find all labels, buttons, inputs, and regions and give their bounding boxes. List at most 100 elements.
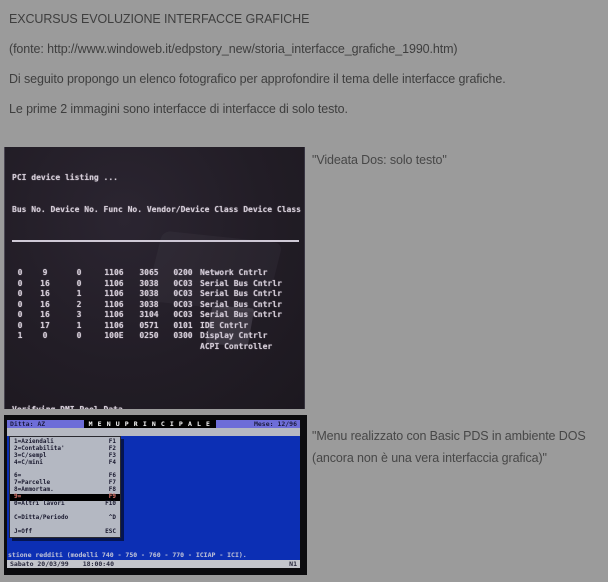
basic-pds-menu-screenshot: Ditta: AZ M E N U P R I N C I P A L E Me…	[4, 415, 307, 575]
device-no-cell: 16	[28, 289, 62, 300]
device-name-cell: Serial Bus Cntrlr	[200, 289, 282, 300]
bus-no-cell: 0	[12, 268, 28, 279]
pci-table-row: 0161110630380C03Serial Bus Cntrlr	[12, 289, 305, 300]
func-no-cell: 1	[62, 321, 96, 332]
device-no-cell: 9	[28, 268, 62, 279]
dropdown-menu-item[interactable]: C=Ditta/Periodo ^D	[10, 515, 120, 522]
status-time: 18:00:40	[83, 560, 114, 568]
func-no-cell: 0	[62, 279, 96, 290]
device-name-cell: ACPI Controller	[200, 342, 272, 353]
status-date: Sabato 20/03/99	[10, 560, 69, 568]
class-cell: 0300	[166, 331, 200, 342]
dos-boot-screenshot: PCI device listing ... Bus No. Device No…	[4, 147, 305, 409]
bus-no-cell: 0	[12, 289, 28, 300]
device-id-cell: 3038	[132, 279, 166, 290]
vendor-cell: 1106	[96, 289, 132, 300]
device-name-cell: Serial Bus Cntrlr	[200, 310, 282, 321]
class-cell: 0C03	[166, 279, 200, 290]
intro-text-block: EXCURSUS EVOLUZIONE INTERFACCE GRAFICHE …	[9, 12, 506, 132]
dropdown-item-shortcut: F4	[109, 460, 116, 467]
device-name-cell: Network Cntrlr	[200, 268, 267, 279]
dropdown-item-shortcut: ESC	[105, 529, 116, 536]
device-id-cell: 0250	[132, 331, 166, 342]
pci-table-row: 0163110631040C03Serial Bus Cntrlr	[12, 310, 305, 321]
dropdown-item-label: 0=Altri lavori	[14, 501, 65, 508]
func-no-cell: 3	[62, 310, 96, 321]
verifying-line: Verifying DMI Pool Data ............	[12, 405, 305, 409]
class-cell: 0C03	[166, 310, 200, 321]
separator-line	[12, 236, 305, 247]
dropdown-item-shortcut: F10	[105, 501, 116, 508]
source-line: (fonte: http://www.windoweb.it/edpstory_…	[9, 42, 506, 56]
device-no-cell: 16	[28, 279, 62, 290]
pci-table-row: 090110630650200Network Cntrlr	[12, 268, 305, 279]
page-title: EXCURSUS EVOLUZIONE INTERFACCE GRAFICHE	[9, 12, 506, 26]
dropdown-item-label: 4=C/mini	[14, 460, 43, 467]
device-id-cell: 3065	[132, 268, 166, 279]
dropdown-menu-item[interactable]: J=Off ESC	[10, 529, 120, 536]
func-no-cell: 1	[62, 289, 96, 300]
vendor-cell: 100E	[96, 331, 132, 342]
note-paragraph: Le prime 2 immagini sono interfacce di i…	[9, 102, 506, 116]
dropdown-menu-item[interactable]: 0=Altri lavori F10	[10, 501, 120, 508]
func-no-cell: 0	[62, 331, 96, 342]
pci-table-header: Bus No. Device No. Func No. Vendor/Devic…	[12, 205, 305, 216]
dropdown-item-shortcut: ^D	[109, 515, 116, 522]
dropdown-menu-item[interactable]: 8=Ammortam.F8	[10, 487, 120, 494]
bus-no-cell: 0	[12, 279, 28, 290]
device-id-cell: 0571	[132, 321, 166, 332]
bus-no-cell: 0	[12, 300, 28, 311]
class-cell: 0C03	[166, 289, 200, 300]
menu-caption: "Menu realizzato con Basic PDS in ambien…	[312, 425, 586, 469]
func-no-cell: 0	[62, 268, 96, 279]
device-no-cell: 16	[28, 310, 62, 321]
device-name-cell: Display Cntrlr	[200, 331, 267, 342]
status-description-line: stione redditi (modelli 740 - 750 - 760 …	[8, 551, 247, 559]
document-page: EXCURSUS EVOLUZIONE INTERFACCE GRAFICHE …	[0, 0, 608, 582]
vendor-cell: 1106	[96, 321, 132, 332]
device-no-cell: 0	[28, 331, 62, 342]
dropdown-menu-item[interactable]: 4=C/mini F4	[10, 460, 120, 467]
dos-caption: "Videata Dos: solo testo"	[312, 149, 447, 171]
menu-caption-line2: (ancora non è una vera interfaccia grafi…	[312, 447, 586, 469]
bus-no-cell: 1	[12, 331, 28, 342]
class-cell: 0101	[166, 321, 200, 332]
bus-no-cell: 0	[12, 321, 28, 332]
device-id-cell: 3038	[132, 289, 166, 300]
dropdown-item-label: J=Off	[14, 529, 32, 536]
vendor-cell: 1106	[96, 300, 132, 311]
device-name-cell: Serial Bus Cntrlr	[200, 279, 282, 290]
dropdown-item-label: C=Ditta/Periodo	[14, 515, 68, 522]
lavori-dropdown-menu: 1=AziendaliF12=Contabilita'F23=C/semplF3…	[9, 436, 121, 538]
device-id-cell: 3104	[132, 310, 166, 321]
intro-paragraph: Di seguito propongo un elenco fotografic…	[9, 72, 506, 86]
vendor-cell: 1106	[96, 310, 132, 321]
pci-table-row: ACPI Controller	[12, 342, 305, 353]
bus-no-cell: 0	[12, 310, 28, 321]
menu-screen: Ditta: AZ M E N U P R I N C I P A L E Me…	[7, 420, 300, 568]
pci-table-row: 100100E02500300Display Cntrlr	[12, 331, 305, 342]
bottom-status-bar: Sabato 20/03/99 18:00:40 N1	[7, 560, 300, 568]
device-name-cell: IDE Cntrlr	[200, 321, 248, 332]
vendor-cell: 1106	[96, 279, 132, 290]
device-no-cell: 17	[28, 321, 62, 332]
pci-listing-title: PCI device listing ...	[12, 173, 305, 184]
menu-bar	[7, 428, 300, 436]
menu-title-bar: Ditta: AZ M E N U P R I N C I P A L E Me…	[7, 420, 300, 428]
func-no-cell: 2	[62, 300, 96, 311]
class-cell: 0200	[166, 268, 200, 279]
menu-principale-title: M E N U P R I N C I P A L E	[84, 420, 216, 428]
status-flag: N1	[289, 560, 297, 568]
pci-table-row: 0162110630380C03Serial Bus Cntrlr	[12, 300, 305, 311]
dropdown-menu-item[interactable]	[10, 467, 120, 474]
pci-table-row: 0160110630380C03Serial Bus Cntrlr	[12, 279, 305, 290]
pci-table-row: 0171110605710101IDE Cntrlr	[12, 321, 305, 332]
device-id-cell: 3038	[132, 300, 166, 311]
menu-caption-line1: "Menu realizzato con Basic PDS in ambien…	[312, 425, 586, 447]
vendor-cell: 1106	[96, 268, 132, 279]
month-label: Mese: 12/96	[254, 420, 297, 428]
device-no-cell: 16	[28, 300, 62, 311]
device-name-cell: Serial Bus Cntrlr	[200, 300, 282, 311]
company-label: Ditta: AZ	[10, 420, 45, 428]
class-cell: 0C03	[166, 300, 200, 311]
